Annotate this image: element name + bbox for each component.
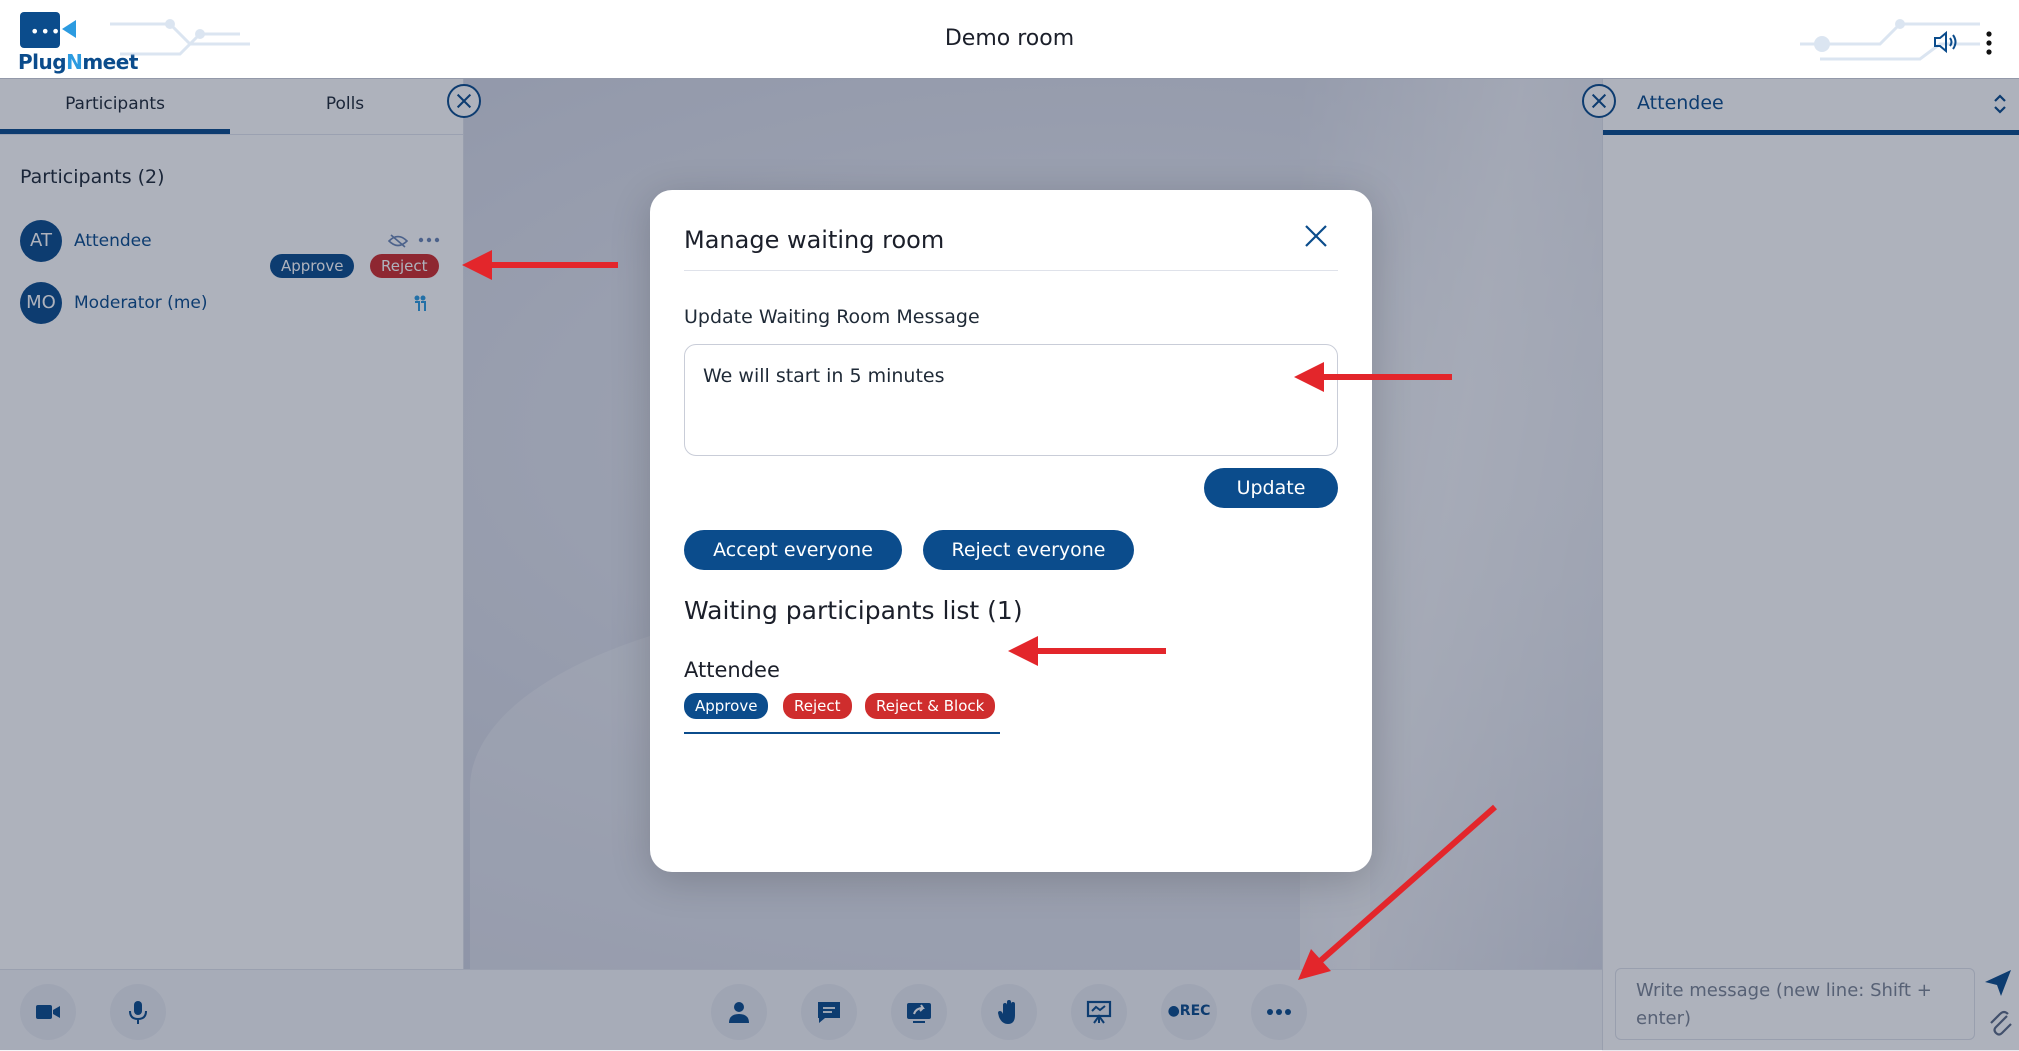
speaker-icon[interactable] — [1932, 30, 1960, 54]
waiting-item-underline — [684, 732, 1000, 734]
kebab-menu-icon[interactable] — [1984, 30, 1994, 56]
approve-button[interactable]: Approve — [684, 693, 769, 719]
waiting-message-label: Update Waiting Room Message — [684, 306, 980, 328]
accept-everyone-button[interactable]: Accept everyone — [684, 530, 902, 570]
reject-and-block-button[interactable]: Reject & Block — [865, 693, 996, 719]
manage-waiting-room-dialog: Manage waiting room Update Waiting Room … — [650, 190, 1372, 872]
waiting-participant-name: Attendee — [684, 658, 780, 682]
divider — [684, 270, 1338, 271]
app-header: ••• PlugNmeet Demo room — [0, 0, 2019, 79]
waiting-message-textarea[interactable]: We will start in 5 minutes — [684, 344, 1338, 456]
room-title: Demo room — [944, 26, 1075, 51]
reject-everyone-button[interactable]: Reject everyone — [923, 530, 1134, 570]
update-button[interactable]: Update — [1204, 468, 1338, 508]
waiting-list-heading: Waiting participants list (1) — [684, 596, 1023, 625]
close-icon[interactable] — [1302, 222, 1330, 250]
reject-button[interactable]: Reject — [783, 693, 852, 719]
dialog-title: Manage waiting room — [684, 226, 945, 254]
